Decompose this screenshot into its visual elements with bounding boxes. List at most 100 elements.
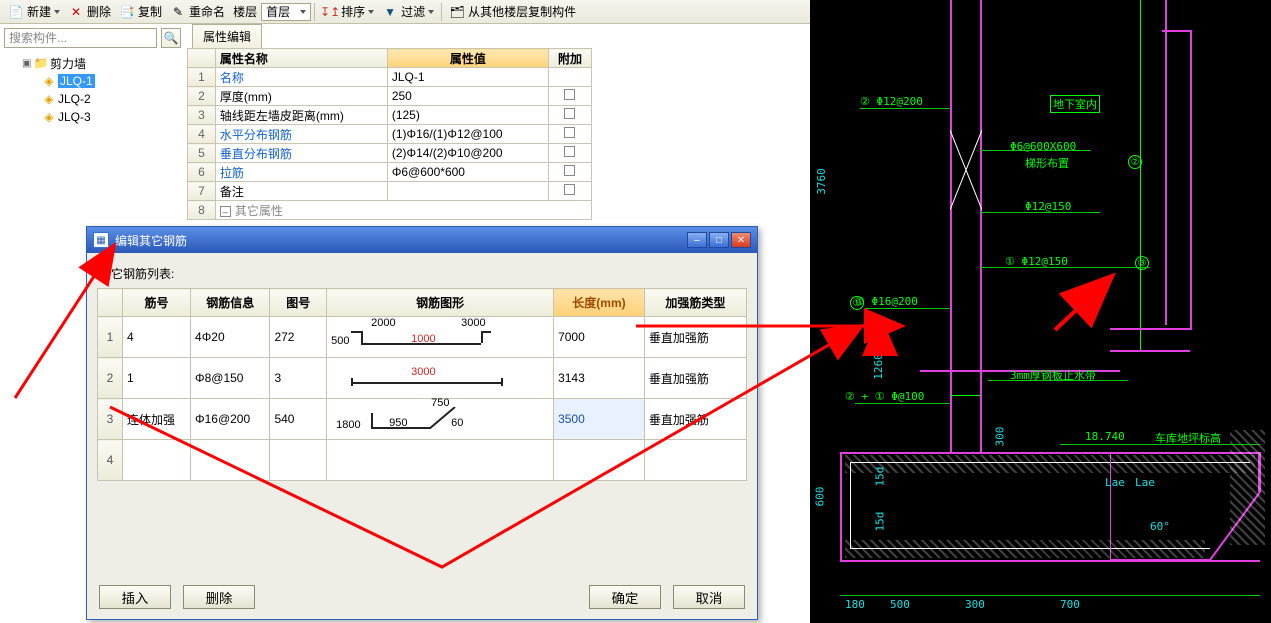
property-tab[interactable]: 属性编辑 xyxy=(192,24,262,48)
dim-300v: 300 xyxy=(993,427,1006,447)
col-extra-head: 附加 xyxy=(548,49,591,68)
tree-root[interactable]: ▣ 📁 剪力墙 xyxy=(6,54,179,72)
chevron-down-icon xyxy=(300,10,306,14)
property-row[interactable]: 8–其它属性 xyxy=(188,201,592,220)
folder-icon: 📁 xyxy=(34,56,48,70)
dim-angle: 60° xyxy=(1150,520,1170,533)
filter-label: 过滤 xyxy=(401,3,425,20)
filter-button[interactable]: ▼ 过滤 xyxy=(378,1,438,23)
rebar-row[interactable]: 1 4 4Φ20 272 2000 3000 500 1000 7000 垂直加… xyxy=(98,317,747,358)
toolbar-separator xyxy=(314,3,315,21)
col-value-head: 属性值 xyxy=(387,49,548,68)
dialog-titlebar[interactable]: ▦ 编辑其它钢筋 – □ ✕ xyxy=(87,227,757,253)
delete-button[interactable]: ✕ 删除 xyxy=(64,1,115,23)
circled-2-icon: ② xyxy=(1128,155,1142,169)
col-length: 长度(mm) xyxy=(554,289,645,317)
copy-components-icon: 🗂 xyxy=(449,4,465,20)
cad-note-a: ② Φ12@200 xyxy=(860,95,923,108)
component-icon: ◈ xyxy=(42,74,56,88)
tree-item-label: JLQ-1 xyxy=(58,74,95,88)
hatch-fill xyxy=(1230,430,1265,545)
new-label: 新建 xyxy=(27,3,51,20)
rebar-row[interactable]: 4 xyxy=(98,440,747,481)
new-icon: 📄 xyxy=(8,4,24,20)
rebar-row[interactable]: 3 连体加强 Φ16@200 540 1800 950 750 60 3500 … xyxy=(98,399,747,440)
cad-note-box: 地下室内 xyxy=(1053,96,1097,112)
dim-500: 500 xyxy=(890,598,910,611)
floor-combo[interactable]: 首层 xyxy=(261,3,311,21)
close-button[interactable]: ✕ xyxy=(731,232,751,248)
property-row[interactable]: 3轴线距左墙皮距离(mm)(125) xyxy=(188,106,592,125)
property-row[interactable]: 5垂直分布钢筋(2)Φ14/(2)Φ10@200 xyxy=(188,144,592,163)
col-name-head: 属性名称 xyxy=(215,49,387,68)
delete-icon: ✕ xyxy=(68,4,84,20)
tree-root-label: 剪力墙 xyxy=(50,55,86,72)
dim-lae-a: Lae xyxy=(1105,476,1125,489)
collapse-icon[interactable]: ▣ xyxy=(22,58,32,69)
sort-label: 排序 xyxy=(341,3,365,20)
rename-button[interactable]: ✎ 重命名 xyxy=(166,1,229,23)
tree-item-jlq3[interactable]: ◈ JLQ-3 xyxy=(6,108,179,126)
left-panel: 搜索构件... 🔍 ▣ 📁 剪力墙 ◈ JLQ-1 ◈ JLQ-2 ◈ JLQ-… xyxy=(0,24,185,154)
hatch-fill xyxy=(845,540,1205,558)
chevron-down-icon xyxy=(368,10,374,14)
dim-300: 300 xyxy=(965,598,985,611)
col-rownum xyxy=(98,289,123,317)
copy-button[interactable]: 📑 复制 xyxy=(115,1,166,23)
dim-3760: 3760 xyxy=(815,168,828,195)
property-row[interactable]: 1名称JLQ-1 xyxy=(188,68,592,87)
main-toolbar: 📄 新建 ✕ 删除 📑 复制 ✎ 重命名 楼层 首层 ↧↥ 排序 ▼ 过滤 🗂 … xyxy=(0,0,810,24)
col-type: 加强筋类型 xyxy=(644,289,746,317)
cad-viewport[interactable]: 地下室内 ② Φ12@200 Φ6@600X600 梯形布置 Φ12@150 ①… xyxy=(810,0,1271,623)
sort-button[interactable]: ↧↥ 排序 xyxy=(318,1,378,23)
delete-rebar-button[interactable]: 删除 xyxy=(183,585,255,609)
floor-label: 楼层 xyxy=(229,1,261,23)
cad-note-f: ② + ① Φ@100 xyxy=(845,390,924,403)
edit-rebar-dialog: ▦ 编辑其它钢筋 – □ ✕ 其它钢筋列表: 筋号 钢筋信息 图号 钢筋图形 长… xyxy=(86,226,758,620)
dialog-title-text: 编辑其它钢筋 xyxy=(115,232,187,249)
col-num-head xyxy=(188,49,216,68)
dim-700: 700 xyxy=(1060,598,1080,611)
property-table: 属性名称 属性值 附加 1名称JLQ-12厚度(mm)2503轴线距左墙皮距离(… xyxy=(187,48,592,220)
circled-1-icon: ① xyxy=(850,296,864,310)
rebar-row[interactable]: 2 1 Φ8@150 3 3000 3143 垂直加强筋 xyxy=(98,358,747,399)
component-tree: ▣ 📁 剪力墙 ◈ JLQ-1 ◈ JLQ-2 ◈ JLQ-3 xyxy=(0,52,185,128)
copy-icon: 📑 xyxy=(119,4,135,20)
tree-item-jlq1[interactable]: ◈ JLQ-1 xyxy=(6,72,179,90)
dim-1260: 1260 xyxy=(872,353,885,380)
dialog-subtitle: 其它钢筋列表: xyxy=(99,265,747,282)
rename-icon: ✎ xyxy=(170,4,186,20)
search-button[interactable]: 🔍 xyxy=(161,28,181,48)
property-panel: 属性编辑 属性名称 属性值 附加 1名称JLQ-12厚度(mm)2503轴线距左… xyxy=(187,24,592,220)
ok-button[interactable]: 确定 xyxy=(589,585,661,609)
property-row[interactable]: 7备注 xyxy=(188,182,592,201)
rename-label: 重命名 xyxy=(189,3,225,20)
minimize-button[interactable]: – xyxy=(687,232,707,248)
dim-15d-a: 15d xyxy=(873,467,886,487)
maximize-button[interactable]: □ xyxy=(709,232,729,248)
floor-value: 首层 xyxy=(266,3,290,20)
col-info: 钢筋信息 xyxy=(191,289,270,317)
chevron-down-icon xyxy=(54,10,60,14)
tree-item-label: JLQ-2 xyxy=(58,92,91,106)
app-icon: ▦ xyxy=(93,232,109,248)
search-input[interactable]: 搜索构件... xyxy=(4,28,157,48)
tree-item-label: JLQ-3 xyxy=(58,110,91,124)
dim-600: 600 xyxy=(813,487,826,507)
property-row[interactable]: 4水平分布钢筋(1)Φ16/(1)Φ12@100 xyxy=(188,125,592,144)
property-row[interactable]: 2厚度(mm)250 xyxy=(188,87,592,106)
new-button[interactable]: 📄 新建 xyxy=(4,1,64,23)
brace-icon xyxy=(950,130,982,210)
search-icon: 🔍 xyxy=(164,31,179,45)
tree-item-jlq2[interactable]: ◈ JLQ-2 xyxy=(6,90,179,108)
insert-button[interactable]: 插入 xyxy=(99,585,171,609)
cad-note-b: Φ6@600X600 xyxy=(1010,140,1076,153)
property-row[interactable]: 6拉筋Φ6@600*600 xyxy=(188,163,592,182)
cad-note-e: ① Φ16@200 xyxy=(855,295,918,308)
copy-from-floor-button[interactable]: 🗂 从其他楼层复制构件 xyxy=(445,1,580,23)
chevron-down-icon xyxy=(428,10,434,14)
dim-15d-b: 15d xyxy=(873,512,886,532)
col-shape: 钢筋图形 xyxy=(327,289,554,317)
cancel-button[interactable]: 取消 xyxy=(673,585,745,609)
component-icon: ◈ xyxy=(42,92,56,106)
